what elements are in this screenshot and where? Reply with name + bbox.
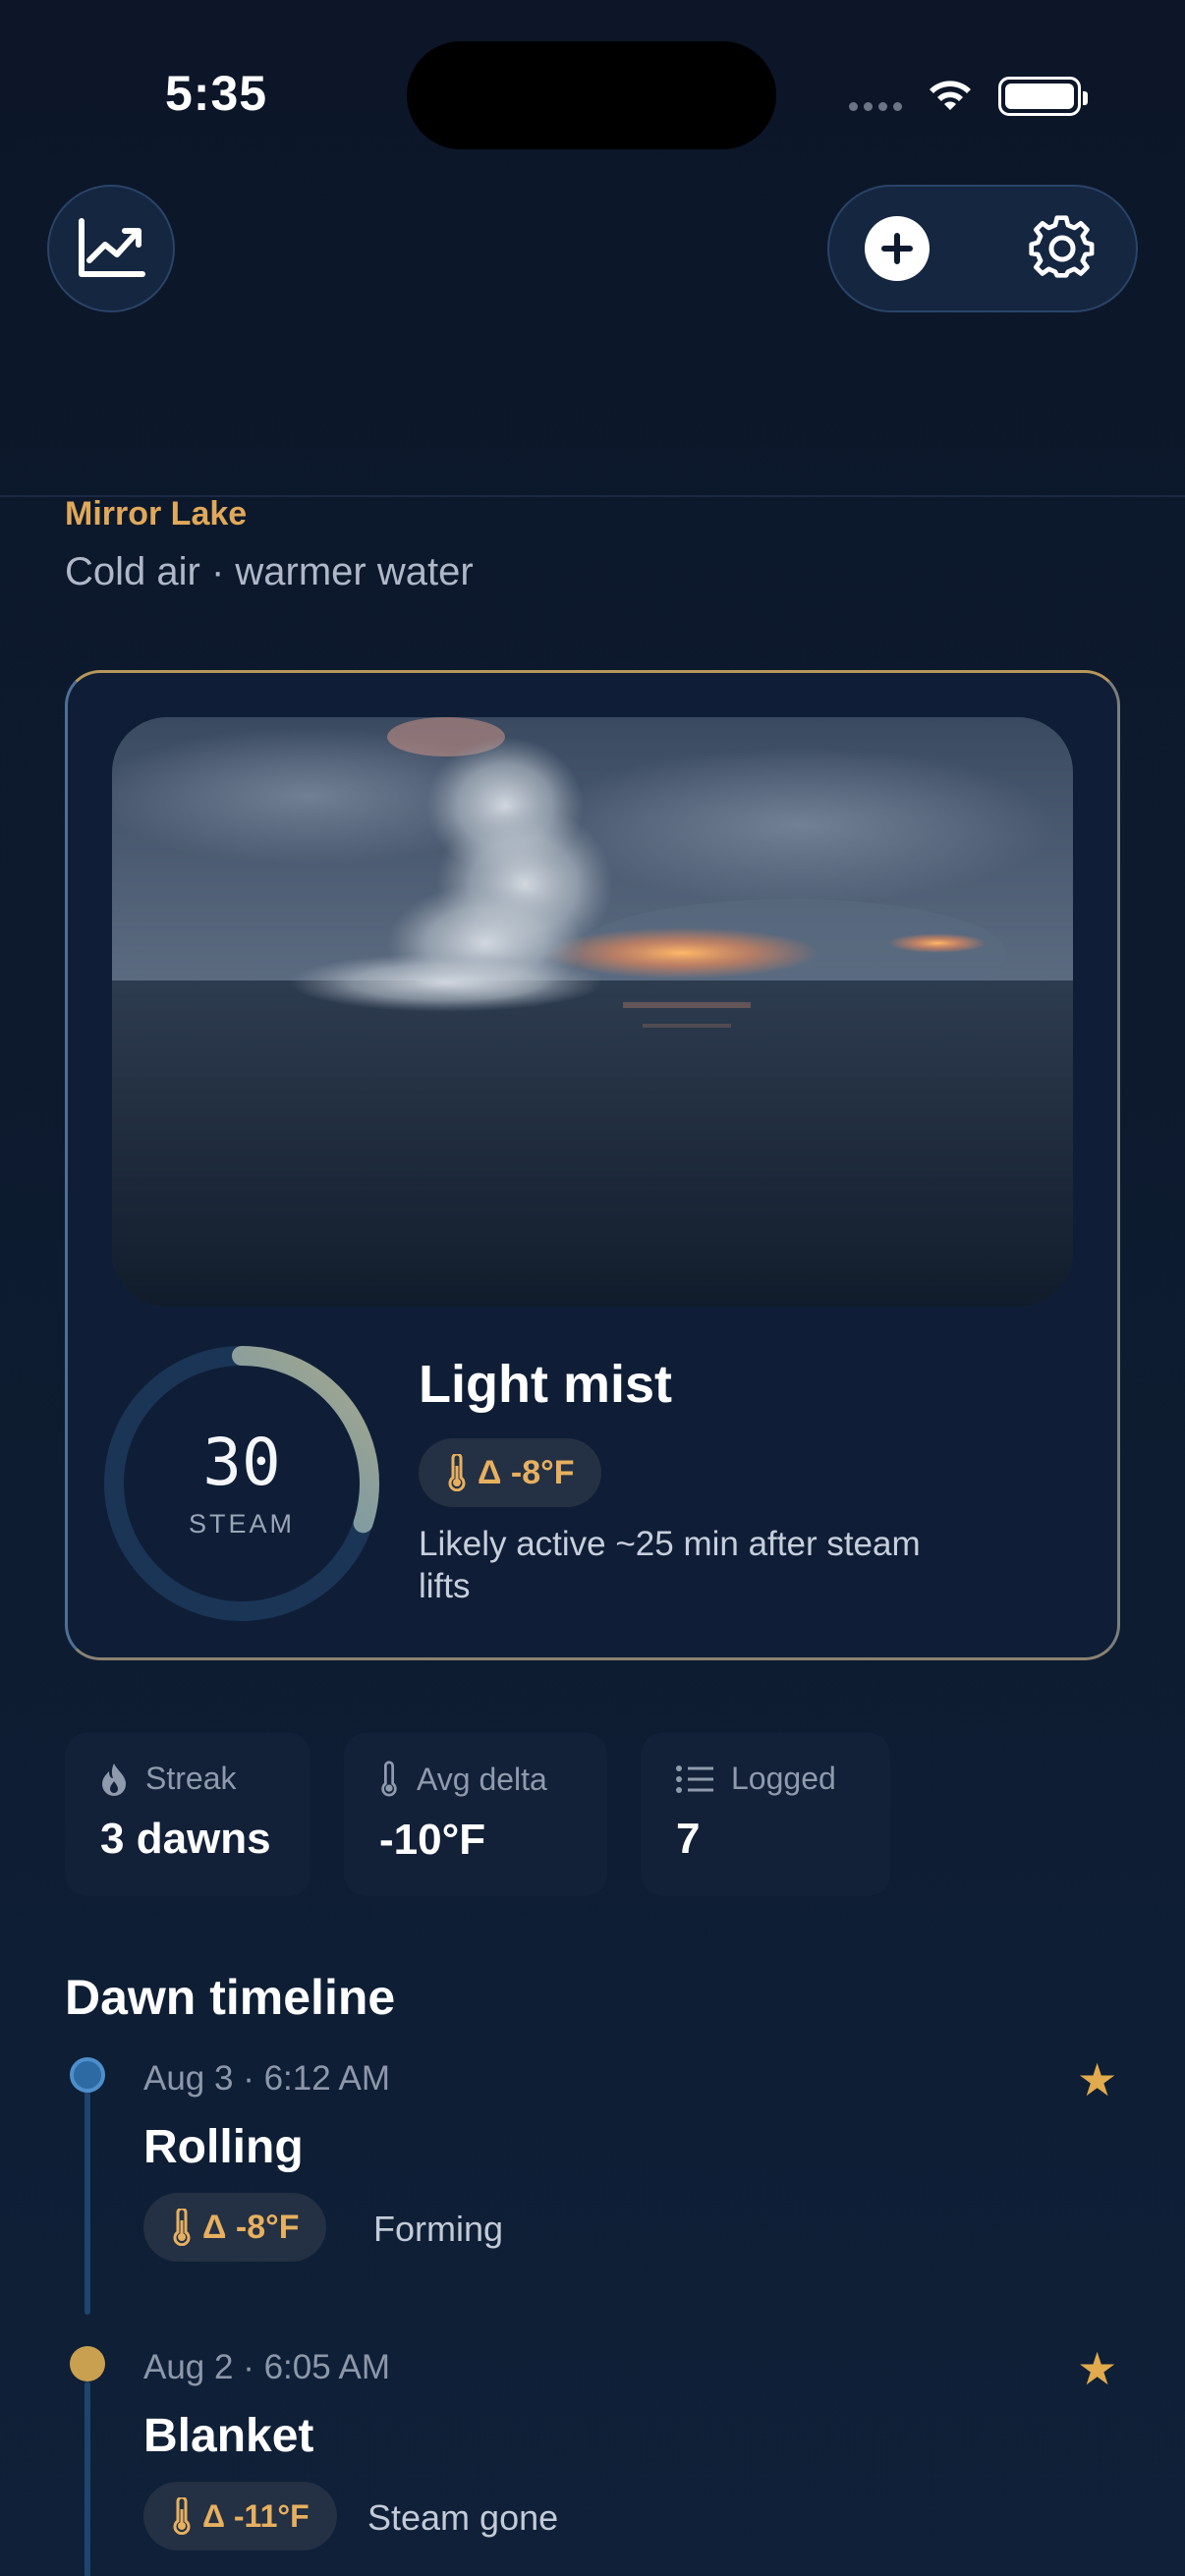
steam-score-label: STEAM [188,1509,295,1539]
cellular-signal-icon [849,102,902,111]
favorite-star-icon[interactable]: ★ [1077,2053,1117,2106]
timeline-entry-note: Forming [373,2209,504,2249]
timeline-dot [70,2057,105,2093]
flame-icon [102,1763,126,1796]
gear-icon [1029,215,1095,278]
timeline-delta-chip: Δ -8°F [143,2193,327,2262]
stats-chart-button[interactable] [47,185,175,312]
timeline-entry-title[interactable]: Rolling [143,2120,304,2174]
delta-chip-text: Δ -8°F [478,1453,575,1491]
plus-icon [881,233,913,264]
thermometer-icon [381,1761,397,1797]
lake-steam-photo [112,717,1073,1307]
timeline-connector [85,2079,90,2315]
stat-avg-delta-label: Avg delta [417,1761,547,1797]
stat-avg-delta[interactable]: Avg delta -10°F [344,1733,607,1896]
timeline-connector [85,2381,90,2576]
timeline-delta-text: Δ -8°F [202,2208,300,2246]
timeline-delta-text: Δ -11°F [202,2497,310,2534]
add-entry-button[interactable] [865,216,930,281]
timeline-entry-note: Steam gone [367,2497,559,2538]
location-name: Mirror Lake [65,495,248,532]
steam-status-title: Light mist [419,1355,672,1414]
thermometer-icon [173,2209,191,2246]
delta-chip: Δ -8°F [419,1438,602,1507]
battery-icon [998,77,1088,116]
timeline-entry-date: Aug 3 · 6:12 AM [143,2059,390,2098]
dynamic-island [407,41,776,149]
timeline-entry-title[interactable]: Blanket [143,2409,313,2463]
settings-button[interactable] [1028,214,1097,283]
stat-avg-delta-value: -10°F [379,1816,486,1864]
list-icon [676,1764,713,1793]
timeline-title: Dawn timeline [65,1970,396,2025]
favorite-star-icon[interactable]: ★ [1077,2342,1117,2395]
chart-trend-icon [79,218,145,277]
timeline-entry-date: Aug 2 · 6:05 AM [143,2348,390,2386]
stat-logged-value: 7 [676,1815,701,1863]
thermometer-icon [448,1454,466,1491]
wifi-icon [924,75,977,119]
location-subtitle: Cold air · warmer water [65,550,474,593]
stat-logged[interactable]: Logged 7 [641,1733,890,1896]
thermometer-icon [173,2497,191,2535]
steam-score-value: 30 [202,1425,281,1500]
status-time: 5:35 [165,66,268,121]
timeline-dot [70,2346,105,2381]
stat-streak[interactable]: Streak 3 dawns [65,1733,310,1896]
stat-streak-value: 3 dawns [100,1815,271,1863]
stat-logged-label: Logged [731,1761,836,1796]
stat-streak-label: Streak [145,1761,237,1796]
timeline-delta-chip: Δ -11°F [143,2482,337,2550]
steam-status-description: Likely active ~25 min after steam lifts [419,1525,921,1605]
